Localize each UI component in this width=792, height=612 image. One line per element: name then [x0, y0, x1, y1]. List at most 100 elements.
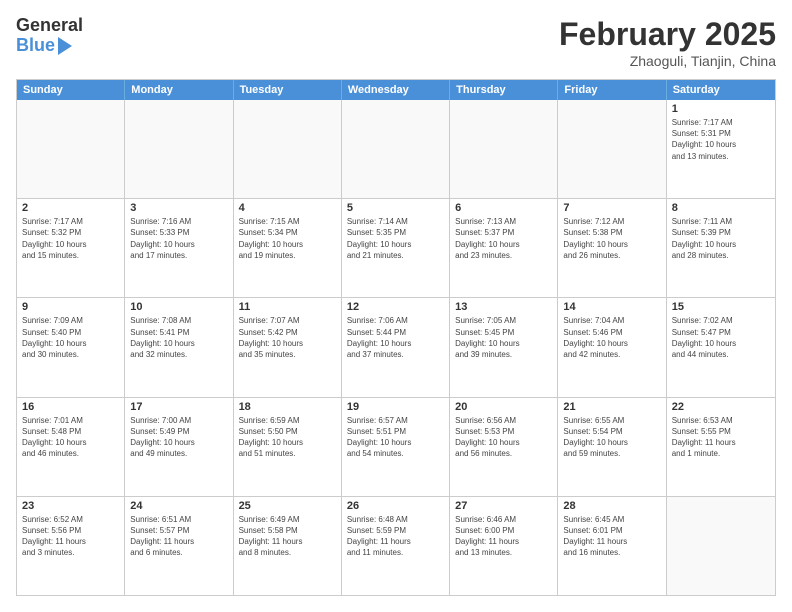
day-info: Sunrise: 7:07 AM Sunset: 5:42 PM Dayligh…	[239, 315, 336, 360]
day-cell-26: 26 Sunrise: 6:48 AM Sunset: 5:59 PM Dayli…	[342, 497, 450, 595]
calendar-header: SundayMondayTuesdayWednesdayThursdayFrid…	[17, 80, 775, 100]
day-number: 23	[22, 500, 119, 512]
day-info: Sunrise: 7:13 AM Sunset: 5:37 PM Dayligh…	[455, 216, 552, 261]
day-info: Sunrise: 7:17 AM Sunset: 5:31 PM Dayligh…	[672, 117, 770, 162]
day-info: Sunrise: 7:15 AM Sunset: 5:34 PM Dayligh…	[239, 216, 336, 261]
day-cell-27: 27 Sunrise: 6:46 AM Sunset: 6:00 PM Dayli…	[450, 497, 558, 595]
day-info: Sunrise: 6:59 AM Sunset: 5:50 PM Dayligh…	[239, 415, 336, 460]
day-info: Sunrise: 7:00 AM Sunset: 5:49 PM Dayligh…	[130, 415, 227, 460]
weekday-header-saturday: Saturday	[667, 80, 775, 100]
calendar-body: 1 Sunrise: 7:17 AM Sunset: 5:31 PM Daylig…	[17, 100, 775, 595]
day-number: 20	[455, 401, 552, 413]
location: Zhaoguli, Tianjin, China	[559, 53, 776, 69]
day-info: Sunrise: 7:02 AM Sunset: 5:47 PM Dayligh…	[672, 315, 770, 360]
calendar: SundayMondayTuesdayWednesdayThursdayFrid…	[16, 79, 776, 596]
day-number: 9	[22, 301, 119, 313]
day-info: Sunrise: 6:48 AM Sunset: 5:59 PM Dayligh…	[347, 514, 444, 559]
day-number: 8	[672, 202, 770, 214]
day-info: Sunrise: 6:57 AM Sunset: 5:51 PM Dayligh…	[347, 415, 444, 460]
day-number: 4	[239, 202, 336, 214]
day-cell-18: 18 Sunrise: 6:59 AM Sunset: 5:50 PM Dayli…	[234, 398, 342, 496]
day-number: 26	[347, 500, 444, 512]
empty-cell-0-2	[234, 100, 342, 198]
day-cell-28: 28 Sunrise: 6:45 AM Sunset: 6:01 PM Dayli…	[558, 497, 666, 595]
day-info: Sunrise: 7:14 AM Sunset: 5:35 PM Dayligh…	[347, 216, 444, 261]
day-number: 22	[672, 401, 770, 413]
day-info: Sunrise: 6:51 AM Sunset: 5:57 PM Dayligh…	[130, 514, 227, 559]
day-number: 17	[130, 401, 227, 413]
day-number: 18	[239, 401, 336, 413]
day-number: 24	[130, 500, 227, 512]
day-info: Sunrise: 6:49 AM Sunset: 5:58 PM Dayligh…	[239, 514, 336, 559]
weekday-header-sunday: Sunday	[17, 80, 125, 100]
calendar-row-4: 23Sunrise: 6:52 AM Sunset: 5:56 PM Dayli…	[17, 497, 775, 595]
weekday-header-thursday: Thursday	[450, 80, 558, 100]
day-cell-4: 4 Sunrise: 7:15 AM Sunset: 5:34 PM Daylig…	[234, 199, 342, 297]
logo-general: General	[16, 16, 83, 36]
day-number: 2	[22, 202, 119, 214]
day-cell-16: 16 Sunrise: 7:01 AM Sunset: 5:48 PM Dayli…	[17, 398, 125, 496]
day-cell-13: 13 Sunrise: 7:05 AM Sunset: 5:45 PM Dayli…	[450, 298, 558, 396]
day-number: 14	[563, 301, 660, 313]
day-number: 13	[455, 301, 552, 313]
weekday-header-tuesday: Tuesday	[234, 80, 342, 100]
day-cell-14: 14 Sunrise: 7:04 AM Sunset: 5:46 PM Dayli…	[558, 298, 666, 396]
day-info: Sunrise: 7:05 AM Sunset: 5:45 PM Dayligh…	[455, 315, 552, 360]
day-info: Sunrise: 7:01 AM Sunset: 5:48 PM Dayligh…	[22, 415, 119, 460]
logo-arrow-icon	[58, 37, 72, 55]
day-cell-25: 25Sunrise: 6:49 AM Sunset: 5:58 PM Dayli…	[234, 497, 342, 595]
day-cell-17: 17 Sunrise: 7:00 AM Sunset: 5:49 PM Dayli…	[125, 398, 233, 496]
empty-cell-0-1	[125, 100, 233, 198]
day-cell-1: 1 Sunrise: 7:17 AM Sunset: 5:31 PM Daylig…	[667, 100, 775, 198]
day-cell-15: 15 Sunrise: 7:02 AM Sunset: 5:47 PM Dayli…	[667, 298, 775, 396]
day-cell-23: 23Sunrise: 6:52 AM Sunset: 5:56 PM Dayli…	[17, 497, 125, 595]
day-cell-6: 6Sunrise: 7:13 AM Sunset: 5:37 PM Daylig…	[450, 199, 558, 297]
day-number: 28	[563, 500, 660, 512]
empty-cell-0-4	[450, 100, 558, 198]
weekday-header-wednesday: Wednesday	[342, 80, 450, 100]
day-info: Sunrise: 7:16 AM Sunset: 5:33 PM Dayligh…	[130, 216, 227, 261]
weekday-header-monday: Monday	[125, 80, 233, 100]
empty-cell-4-6	[667, 497, 775, 595]
day-info: Sunrise: 7:11 AM Sunset: 5:39 PM Dayligh…	[672, 216, 770, 261]
page: General Blue February 2025 Zhaoguli, Tia…	[0, 0, 792, 612]
day-number: 27	[455, 500, 552, 512]
calendar-row-1: 2Sunrise: 7:17 AM Sunset: 5:32 PM Daylig…	[17, 199, 775, 298]
day-number: 15	[672, 301, 770, 313]
calendar-row-0: 1 Sunrise: 7:17 AM Sunset: 5:31 PM Daylig…	[17, 100, 775, 199]
day-info: Sunrise: 6:55 AM Sunset: 5:54 PM Dayligh…	[563, 415, 660, 460]
empty-cell-0-3	[342, 100, 450, 198]
day-info: Sunrise: 6:46 AM Sunset: 6:00 PM Dayligh…	[455, 514, 552, 559]
logo: General Blue	[16, 16, 83, 56]
day-number: 11	[239, 301, 336, 313]
day-number: 10	[130, 301, 227, 313]
day-info: Sunrise: 6:56 AM Sunset: 5:53 PM Dayligh…	[455, 415, 552, 460]
day-number: 16	[22, 401, 119, 413]
weekday-header-friday: Friday	[558, 80, 666, 100]
day-info: Sunrise: 7:08 AM Sunset: 5:41 PM Dayligh…	[130, 315, 227, 360]
day-number: 3	[130, 202, 227, 214]
day-info: Sunrise: 7:06 AM Sunset: 5:44 PM Dayligh…	[347, 315, 444, 360]
day-number: 1	[672, 103, 770, 115]
day-cell-12: 12Sunrise: 7:06 AM Sunset: 5:44 PM Dayli…	[342, 298, 450, 396]
day-cell-10: 10 Sunrise: 7:08 AM Sunset: 5:41 PM Dayli…	[125, 298, 233, 396]
day-cell-19: 19 Sunrise: 6:57 AM Sunset: 5:51 PM Dayli…	[342, 398, 450, 496]
day-cell-11: 11 Sunrise: 7:07 AM Sunset: 5:42 PM Dayli…	[234, 298, 342, 396]
day-cell-20: 20 Sunrise: 6:56 AM Sunset: 5:53 PM Dayli…	[450, 398, 558, 496]
day-info: Sunrise: 6:53 AM Sunset: 5:55 PM Dayligh…	[672, 415, 770, 460]
calendar-row-2: 9Sunrise: 7:09 AM Sunset: 5:40 PM Daylig…	[17, 298, 775, 397]
day-info: Sunrise: 7:12 AM Sunset: 5:38 PM Dayligh…	[563, 216, 660, 261]
logo-blue: Blue	[16, 36, 55, 56]
day-info: Sunrise: 7:04 AM Sunset: 5:46 PM Dayligh…	[563, 315, 660, 360]
empty-cell-0-5	[558, 100, 666, 198]
header: General Blue February 2025 Zhaoguli, Tia…	[16, 16, 776, 69]
day-number: 21	[563, 401, 660, 413]
day-cell-2: 2Sunrise: 7:17 AM Sunset: 5:32 PM Daylig…	[17, 199, 125, 297]
title-area: February 2025 Zhaoguli, Tianjin, China	[559, 16, 776, 69]
day-info: Sunrise: 6:45 AM Sunset: 6:01 PM Dayligh…	[563, 514, 660, 559]
day-cell-24: 24 Sunrise: 6:51 AM Sunset: 5:57 PM Dayli…	[125, 497, 233, 595]
day-cell-21: 21 Sunrise: 6:55 AM Sunset: 5:54 PM Dayli…	[558, 398, 666, 496]
calendar-row-3: 16 Sunrise: 7:01 AM Sunset: 5:48 PM Dayli…	[17, 398, 775, 497]
day-number: 19	[347, 401, 444, 413]
day-cell-3: 3 Sunrise: 7:16 AM Sunset: 5:33 PM Daylig…	[125, 199, 233, 297]
